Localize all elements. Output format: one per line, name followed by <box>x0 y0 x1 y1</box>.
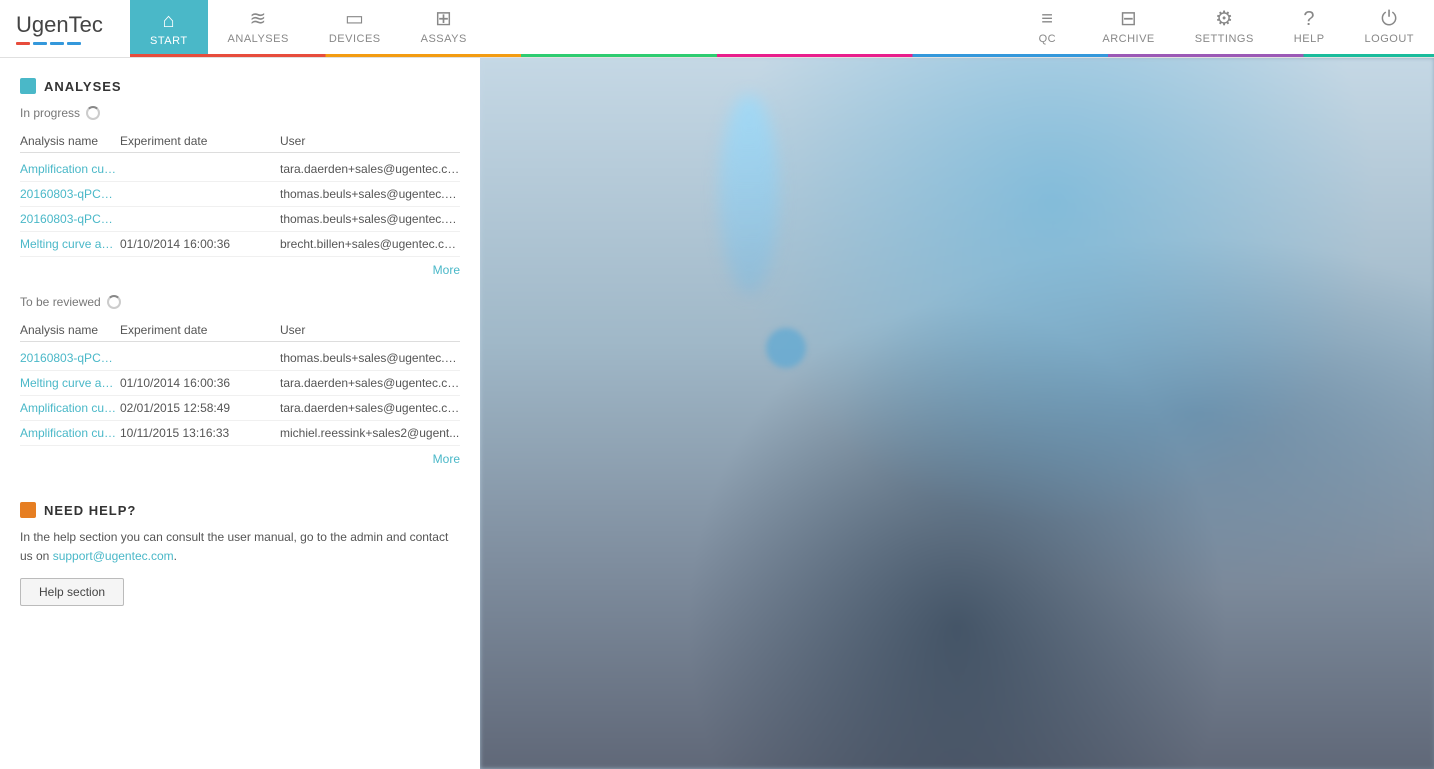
in-progress-spinner <box>86 106 100 120</box>
nav-label-logout: LOGOUT <box>1365 33 1414 45</box>
col-experiment-date-2: Experiment date <box>120 323 280 337</box>
col-user-2: User <box>280 323 460 337</box>
logo-bar-blue2 <box>50 42 64 45</box>
logout-icon: ⏻ <box>1381 9 1397 29</box>
table-row: 20160803-qPCR-demo thomas.beuls+sales@ug… <box>20 346 460 371</box>
nav-item-qc[interactable]: ≡ QC <box>1012 0 1082 57</box>
help-description: In the help section you can consult the … <box>20 528 460 566</box>
help-section: NEED HELP? In the help section you can c… <box>20 492 460 606</box>
analysis-name-link[interactable]: 20160803-qPCR-demo <box>20 212 120 226</box>
to-be-reviewed-table-header: Analysis name Experiment date User <box>20 319 460 342</box>
analysis-name-link[interactable]: Amplification curve analysis 1 <box>20 162 120 176</box>
home-icon: ⌂ <box>162 11 175 31</box>
analyses-badge <box>20 78 36 94</box>
user-email: michiel.reessink+sales2@ugent... <box>280 426 460 440</box>
to-be-reviewed-more-link[interactable]: More <box>20 446 460 472</box>
col-analysis-name-1: Analysis name <box>20 134 120 148</box>
col-analysis-name-2: Analysis name <box>20 323 120 337</box>
right-panel-image <box>480 58 1434 769</box>
nav-label-devices: DEVICES <box>329 33 381 45</box>
nav-item-archive[interactable]: ⊟ ARCHIVE <box>1082 0 1174 57</box>
in-progress-more-link[interactable]: More <box>20 257 460 283</box>
logo-bar-red <box>16 42 30 45</box>
logo-bar-blue1 <box>33 42 47 45</box>
to-be-reviewed-label: To be reviewed <box>20 295 460 309</box>
table-row: Amplification curve analysis 1 02/01/201… <box>20 396 460 421</box>
nav-right: ≡ QC ⊟ ARCHIVE ⚙ SETTINGS ? HELP ⏻ LOGOU… <box>1012 0 1434 57</box>
nav-item-assays[interactable]: ⊞ ASSAYS <box>401 0 487 57</box>
nav-item-settings[interactable]: ⚙ SETTINGS <box>1175 0 1274 57</box>
experiment-date: 02/01/2015 12:58:49 <box>120 401 280 415</box>
nav-item-logout[interactable]: ⏻ LOGOUT <box>1345 0 1434 57</box>
experiment-date: 01/10/2014 16:00:36 <box>120 376 280 390</box>
experiment-date: 10/11/2015 13:16:33 <box>120 426 280 440</box>
lab-highlight <box>719 94 779 294</box>
nav-label-qc: QC <box>1039 33 1057 45</box>
col-experiment-date-1: Experiment date <box>120 134 280 148</box>
user-email: brecht.billen+sales@ugentec.com <box>280 237 460 251</box>
devices-icon: ▭ <box>345 9 364 29</box>
assays-icon: ⊞ <box>435 9 452 29</box>
main-content: ANALYSES In progress Analysis name Exper… <box>0 58 1434 769</box>
in-progress-label: In progress <box>20 106 460 120</box>
help-icon: ? <box>1303 9 1315 29</box>
logo-text: UgenTec <box>16 12 103 38</box>
user-email: tara.daerden+sales@ugentec.co... <box>280 376 460 390</box>
nav-label-analyses: ANALYSES <box>228 33 289 45</box>
settings-icon: ⚙ <box>1215 9 1233 29</box>
in-progress-table-header: Analysis name Experiment date User <box>20 130 460 153</box>
archive-icon: ⊟ <box>1120 9 1137 29</box>
analyses-section-header: ANALYSES <box>20 78 460 94</box>
col-user-1: User <box>280 134 460 148</box>
analysis-name-link[interactable]: 20160803-qPCR-demo <box>20 351 120 365</box>
help-section-button[interactable]: Help section <box>20 578 124 606</box>
help-section-header: NEED HELP? <box>20 502 460 518</box>
user-email: tara.daerden+sales@ugentec.co... <box>280 401 460 415</box>
nav-label-start: START <box>150 35 188 47</box>
lab-background <box>480 58 1434 769</box>
to-be-reviewed-table: 20160803-qPCR-demo thomas.beuls+sales@ug… <box>20 346 460 446</box>
logo: UgenTec <box>0 0 130 57</box>
nav-item-devices[interactable]: ▭ DEVICES <box>309 0 401 57</box>
rainbow-bar <box>130 54 1434 57</box>
table-row: Amplification curve analysis - multi... … <box>20 421 460 446</box>
user-email: thomas.beuls+sales@ugentec.co... <box>280 187 460 201</box>
analyses-icon: ≋ <box>250 9 267 29</box>
nav-label-settings: SETTINGS <box>1195 33 1254 45</box>
analysis-name-link[interactable]: 20160803-qPCR-demo <box>20 187 120 201</box>
qc-icon: ≡ <box>1041 9 1053 29</box>
in-progress-table: Amplification curve analysis 1 tara.daer… <box>20 157 460 257</box>
nav-item-start[interactable]: ⌂ START <box>130 0 208 57</box>
top-navigation: UgenTec ⌂ START ≋ ANALYSES ▭ DEVICES ⊞ A… <box>0 0 1434 58</box>
analysis-name-link[interactable]: Melting curve analysis <box>20 237 120 251</box>
analysis-name-link[interactable]: Amplification curve analysis - multi... <box>20 426 120 440</box>
user-email: thomas.beuls+sales@ugentec.co... <box>280 351 460 365</box>
nav-label-assays: ASSAYS <box>421 33 467 45</box>
user-email: thomas.beuls+sales@ugentec.co... <box>280 212 460 226</box>
logo-bars <box>16 42 103 45</box>
logo-bar-blue3 <box>67 42 81 45</box>
table-row: 20160803-qPCR-demo thomas.beuls+sales@ug… <box>20 182 460 207</box>
nav-label-help: HELP <box>1294 33 1325 45</box>
help-text-after: . <box>174 549 177 563</box>
nav-item-help[interactable]: ? HELP <box>1274 0 1345 57</box>
left-panel: ANALYSES In progress Analysis name Exper… <box>0 58 480 769</box>
to-be-reviewed-spinner <box>107 295 121 309</box>
help-title: NEED HELP? <box>44 503 136 518</box>
analyses-title: ANALYSES <box>44 79 122 94</box>
table-row: Melting curve analysis 01/10/2014 16:00:… <box>20 232 460 257</box>
help-badge <box>20 502 36 518</box>
nav-label-archive: ARCHIVE <box>1102 33 1154 45</box>
analysis-name-link[interactable]: Amplification curve analysis 1 <box>20 401 120 415</box>
analysis-name-link[interactable]: Melting curve analysis <box>20 376 120 390</box>
nav-item-analyses[interactable]: ≋ ANALYSES <box>208 0 309 57</box>
table-row: Amplification curve analysis 1 tara.daer… <box>20 157 460 182</box>
user-email: tara.daerden+sales@ugentec.co... <box>280 162 460 176</box>
experiment-date: 01/10/2014 16:00:36 <box>120 237 280 251</box>
table-row: 20160803-qPCR-demo thomas.beuls+sales@ug… <box>20 207 460 232</box>
table-row: Melting curve analysis 01/10/2014 16:00:… <box>20 371 460 396</box>
help-email-link[interactable]: support@ugentec.com <box>53 549 174 563</box>
